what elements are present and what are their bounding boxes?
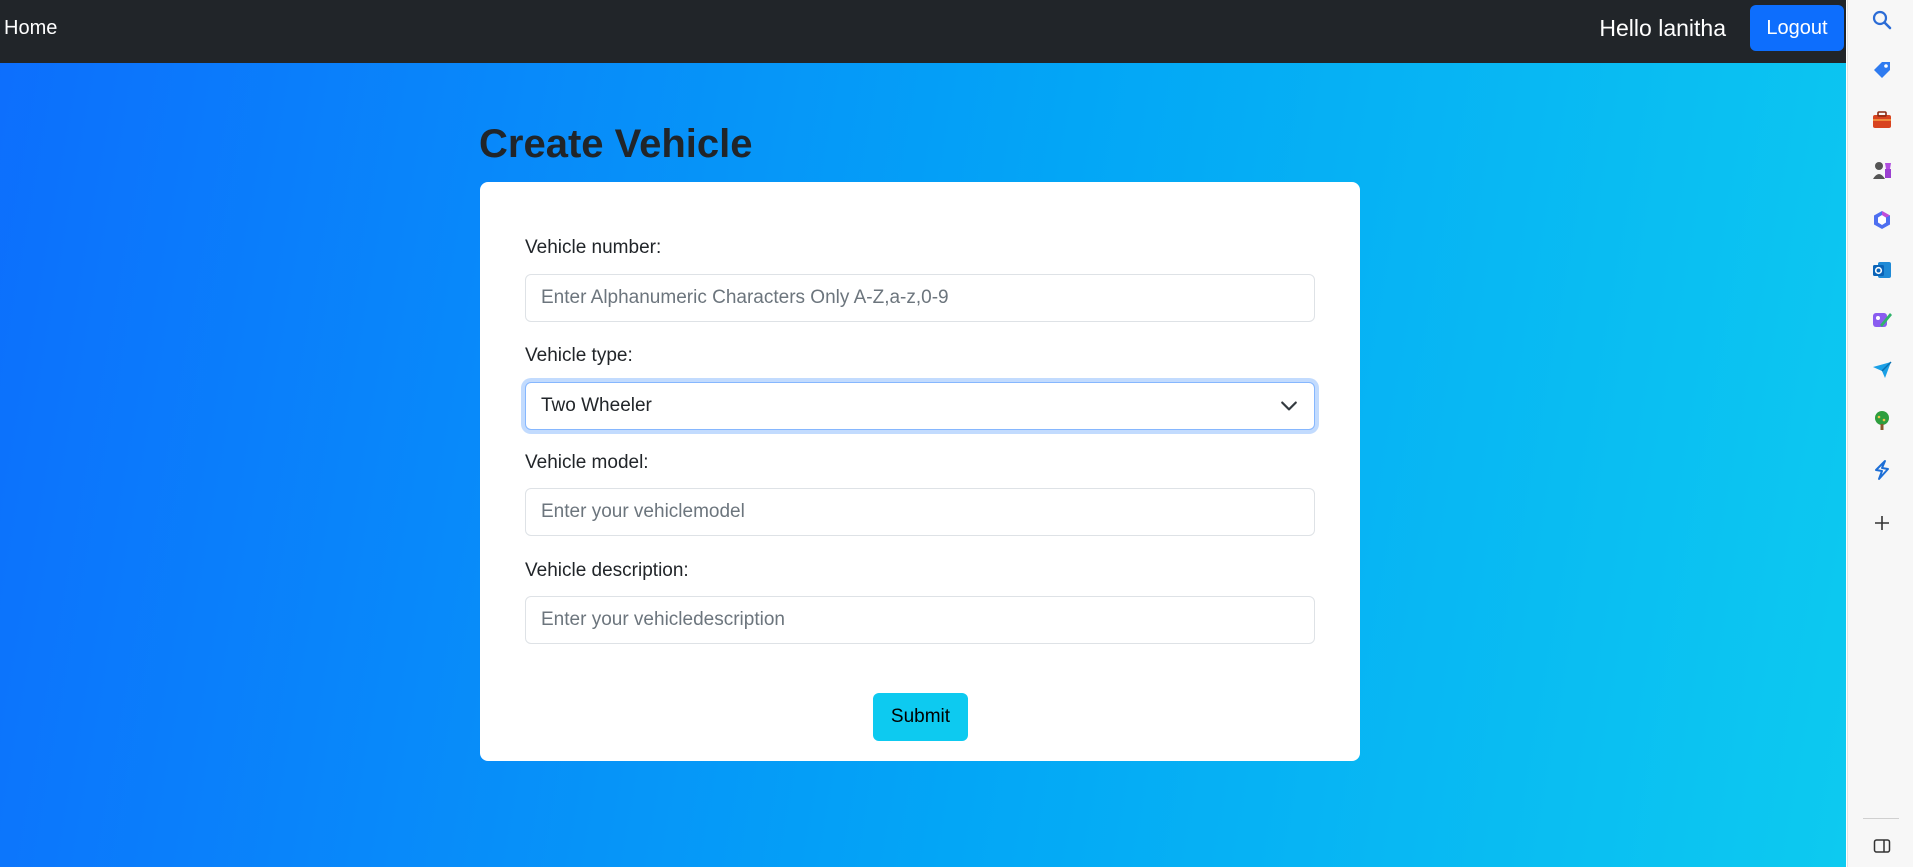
logout-button[interactable]: Logout bbox=[1750, 5, 1844, 51]
vehicle-model-label: Vehicle model: bbox=[525, 452, 649, 473]
sidebar-divider bbox=[1863, 818, 1899, 819]
search-icon[interactable] bbox=[1870, 8, 1894, 32]
vehicle-description-label: Vehicle description: bbox=[525, 560, 689, 581]
page-background: Home Hello lanitha Logout Create Vehicle… bbox=[0, 0, 1846, 867]
vehicle-type-label: Vehicle type: bbox=[525, 345, 633, 366]
tree-icon[interactable] bbox=[1870, 408, 1894, 432]
designer-icon[interactable] bbox=[1870, 308, 1894, 332]
vehicle-model-input[interactable] bbox=[525, 488, 1315, 536]
outlook-icon[interactable] bbox=[1870, 258, 1894, 282]
send-icon[interactable] bbox=[1870, 358, 1894, 382]
vehicle-description-input[interactable] bbox=[525, 596, 1315, 644]
add-icon[interactable] bbox=[1870, 511, 1894, 535]
vehicle-type-select[interactable]: Two Wheeler bbox=[525, 382, 1315, 430]
submit-button[interactable]: Submit bbox=[873, 693, 968, 741]
vehicle-number-label: Vehicle number: bbox=[525, 237, 662, 258]
create-vehicle-form: Vehicle number: Vehicle type: Two Wheele… bbox=[480, 182, 1360, 761]
user-greeting: Hello lanitha bbox=[1599, 15, 1726, 41]
home-link[interactable]: Home bbox=[4, 17, 57, 40]
browser-sidebar bbox=[1847, 0, 1913, 867]
vehicle-type-selected-value: Two Wheeler bbox=[541, 395, 652, 416]
chevron-down-icon bbox=[1281, 401, 1297, 411]
top-navbar: Home Hello lanitha Logout bbox=[0, 0, 1846, 63]
page-title: Create Vehicle bbox=[479, 122, 753, 166]
copilot-icon[interactable] bbox=[1870, 208, 1894, 232]
vehicle-number-input[interactable] bbox=[525, 274, 1315, 322]
sidebar-toggle-icon[interactable] bbox=[1870, 834, 1894, 858]
briefcase-icon[interactable] bbox=[1870, 108, 1894, 132]
bolt-icon[interactable] bbox=[1870, 458, 1894, 482]
chess-icon[interactable] bbox=[1870, 158, 1894, 182]
tag-icon[interactable] bbox=[1870, 58, 1894, 82]
